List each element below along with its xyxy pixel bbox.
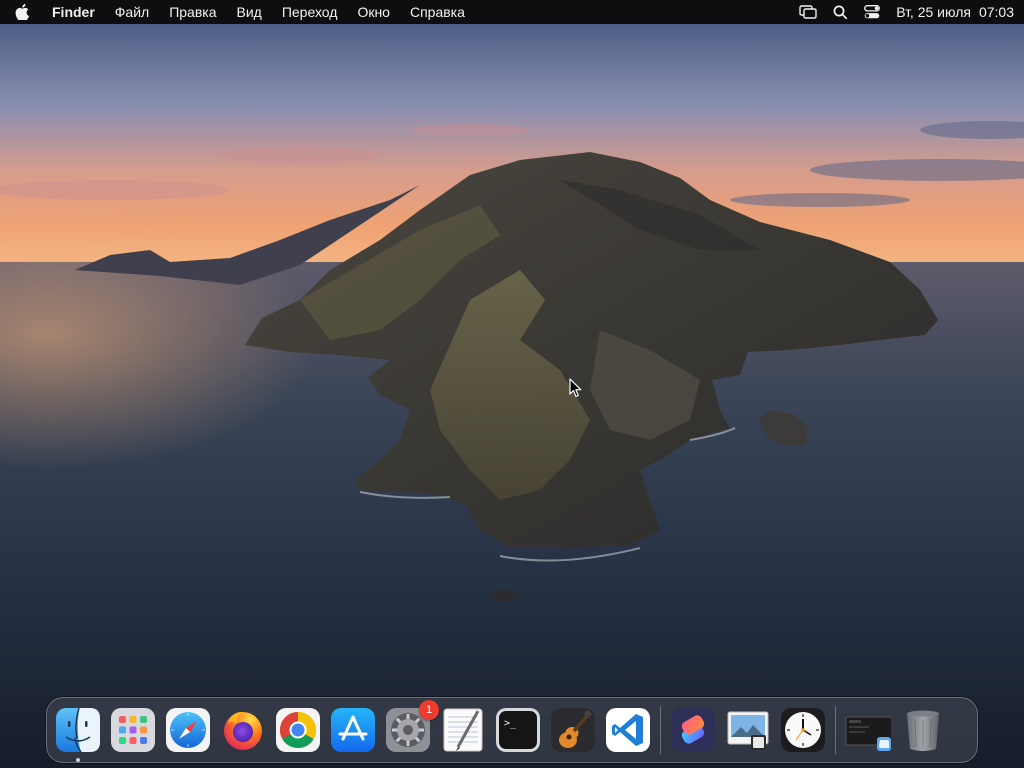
trash-icon — [907, 710, 939, 751]
firefox-icon — [224, 711, 262, 750]
dock-terminal[interactable]: >_ — [495, 707, 541, 753]
menu-app-finder[interactable]: Finder — [44, 0, 105, 24]
menu-help[interactable]: Справка — [400, 0, 475, 24]
dock-app-store[interactable] — [330, 707, 376, 753]
menu-file[interactable]: Файл — [105, 0, 159, 24]
control-center-icon[interactable] — [856, 0, 888, 24]
menu-bar-clock[interactable]: Вт, 25 июля 07:03 — [888, 4, 1014, 20]
dock-clock[interactable] — [780, 707, 826, 753]
desktop-wallpaper — [0, 24, 1024, 768]
downloads-stack-icon — [845, 716, 891, 751]
dock-finder[interactable] — [55, 707, 101, 762]
dock-textedit[interactable] — [440, 707, 486, 753]
apple-menu[interactable] — [0, 0, 44, 24]
status-area: Вт, 25 июля 07:03 — [792, 0, 1024, 24]
search-icon[interactable] — [824, 0, 856, 24]
garageband-icon — [551, 708, 595, 752]
menu-bar: Finder Файл Правка Вид Переход Окно Спра… — [0, 0, 1024, 24]
dock-safari[interactable] — [165, 707, 211, 753]
safari-icon — [166, 708, 210, 752]
notification-badge: 1 — [419, 700, 439, 720]
dock-preview[interactable] — [725, 707, 771, 753]
mouse-pointer-icon — [569, 378, 582, 398]
finder-icon — [56, 707, 100, 753]
menu-go[interactable]: Переход — [272, 0, 348, 24]
launchpad-icon — [111, 708, 155, 752]
svg-text:>_: >_ — [504, 718, 517, 729]
textedit-icon — [443, 708, 483, 752]
screen-mirroring-icon[interactable] — [792, 0, 824, 24]
dock-trash[interactable] — [900, 707, 946, 753]
dock-vscode[interactable] — [605, 707, 651, 753]
clock-icon — [781, 708, 825, 752]
dock-separator — [835, 706, 836, 754]
chrome-icon — [276, 708, 320, 752]
menu-view[interactable]: Вид — [227, 0, 272, 24]
app-store-icon — [331, 708, 375, 752]
menu-edit[interactable]: Правка — [159, 0, 226, 24]
dock-launchpad[interactable] — [110, 707, 156, 753]
preview-icon — [727, 711, 769, 750]
dock-separator — [660, 706, 661, 754]
running-indicator — [76, 758, 80, 762]
terminal-icon: >_ — [496, 708, 540, 752]
dock-firefox[interactable] — [220, 707, 266, 753]
dock-system-preferences[interactable]: 1 — [385, 700, 439, 753]
dock-chrome[interactable] — [275, 707, 321, 753]
menu-window[interactable]: Окно — [347, 0, 400, 24]
apple-logo-icon — [15, 4, 29, 20]
clock-time: 07:03 — [978, 4, 1014, 20]
dock-shortcuts[interactable] — [670, 707, 716, 753]
clock-date: Вт, 25 июля — [896, 4, 971, 20]
vscode-icon — [606, 708, 650, 752]
shortcuts-icon — [671, 708, 715, 752]
dock-garageband[interactable] — [550, 707, 596, 753]
dock: 1 >_ — [46, 697, 978, 763]
dock-downloads-stack[interactable] — [845, 707, 891, 753]
